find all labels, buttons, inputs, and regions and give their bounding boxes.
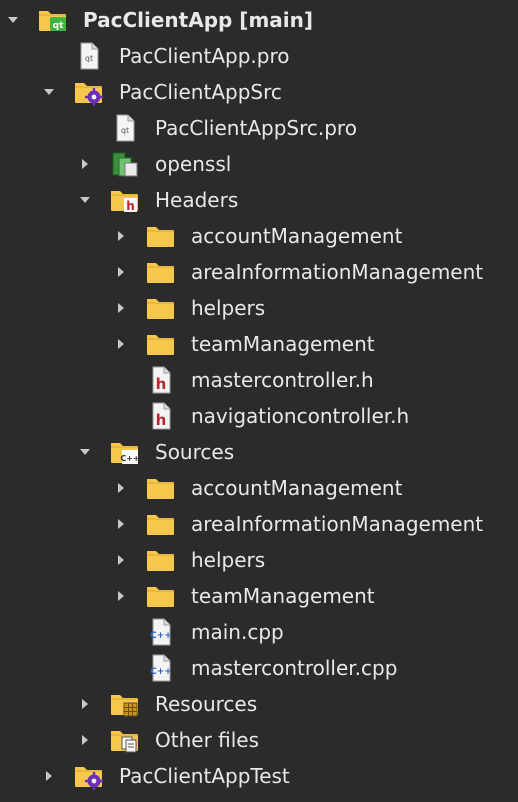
tree-item-label: PacClientAppTest xyxy=(119,764,290,788)
tree-item-mastercontroller-cpp[interactable]: C++ mastercontroller.cpp xyxy=(0,650,518,686)
tree-item-pacclientappsrc[interactable]: PacClientAppSrc xyxy=(0,74,518,110)
svg-text:qt: qt xyxy=(85,54,93,63)
tree-item-headers[interactable]: h Headers xyxy=(0,182,518,218)
expand-arrow-icon[interactable] xyxy=(41,74,57,110)
tree-item-label: areaInformationManagement xyxy=(191,260,484,284)
tree-item-label: Other files xyxy=(155,728,260,752)
cpp-file-icon: C++ xyxy=(146,654,176,682)
tree-item-navigationcontroller-h[interactable]: h navigationcontroller.h xyxy=(0,398,518,434)
svg-text:C++: C++ xyxy=(150,667,172,677)
collapse-arrow-icon[interactable] xyxy=(113,506,129,542)
tree-item-teammanagement[interactable]: teamManagement xyxy=(0,326,518,362)
library-icon xyxy=(110,150,140,178)
tree-item-label: mastercontroller.cpp xyxy=(191,656,398,680)
tree-item-label: PacClientAppSrc.pro xyxy=(155,116,357,140)
sources-folder-icon: C++ xyxy=(110,438,140,466)
collapse-arrow-icon[interactable] xyxy=(77,722,93,758)
collapse-arrow-icon[interactable] xyxy=(77,686,93,722)
tree-item-label: mastercontroller.h xyxy=(191,368,374,392)
tree-item-resources[interactable]: Resources xyxy=(0,686,518,722)
collapse-arrow-icon[interactable] xyxy=(113,578,129,614)
tree-item-pacclientappsrc-pro[interactable]: qt PacClientAppSrc.pro xyxy=(0,110,518,146)
folder-icon xyxy=(146,258,176,286)
subproject-folder-icon xyxy=(74,78,104,106)
tree-item-label: PacClientApp [main] xyxy=(83,8,314,32)
tree-item-areainformationmanagement[interactable]: areaInformationManagement xyxy=(0,254,518,290)
svg-text:C++: C++ xyxy=(120,454,139,463)
tree-item-other-files[interactable]: Other files xyxy=(0,722,518,758)
svg-text:qt: qt xyxy=(53,21,64,31)
folder-icon xyxy=(146,294,176,322)
other-files-folder-icon xyxy=(110,726,140,754)
tree-item-accountmanagement[interactable]: accountManagement xyxy=(0,470,518,506)
tree-item-label: PacClientAppSrc xyxy=(119,80,282,104)
tree-item-label: main.cpp xyxy=(191,620,284,644)
collapse-arrow-icon[interactable] xyxy=(113,470,129,506)
headers-folder-icon: h xyxy=(110,186,140,214)
header-file-icon: h xyxy=(146,402,176,430)
tree-item-label: accountManagement xyxy=(191,476,403,500)
svg-text:C++: C++ xyxy=(150,631,172,641)
qt-project-folder-icon: qt xyxy=(38,6,68,34)
tree-item-label: helpers xyxy=(191,548,266,572)
tree-item-pacclientapp-pro[interactable]: qt PacClientApp.pro xyxy=(0,38,518,74)
subproject-folder-icon xyxy=(74,762,104,790)
expand-arrow-icon[interactable] xyxy=(77,434,93,470)
tree-item-helpers[interactable]: helpers xyxy=(0,542,518,578)
svg-text:qt: qt xyxy=(121,126,129,135)
header-file-icon: h xyxy=(146,366,176,394)
svg-text:h: h xyxy=(126,199,135,213)
tree-item-pacclientapp-main[interactable]: qt PacClientApp [main] xyxy=(0,2,518,38)
tree-item-label: PacClientApp.pro xyxy=(119,44,290,68)
project-tree: qt PacClientApp [main] qt PacClientApp.pro… xyxy=(0,0,518,802)
folder-icon xyxy=(146,546,176,574)
tree-item-teammanagement[interactable]: teamManagement xyxy=(0,578,518,614)
folder-icon xyxy=(146,582,176,610)
collapse-arrow-icon[interactable] xyxy=(113,254,129,290)
tree-item-helpers[interactable]: helpers xyxy=(0,290,518,326)
tree-item-label: helpers xyxy=(191,296,266,320)
expand-arrow-icon[interactable] xyxy=(5,2,21,38)
tree-item-areainformationmanagement[interactable]: areaInformationManagement xyxy=(0,506,518,542)
tree-item-accountmanagement[interactable]: accountManagement xyxy=(0,218,518,254)
collapse-arrow-icon[interactable] xyxy=(113,218,129,254)
collapse-arrow-icon[interactable] xyxy=(113,542,129,578)
folder-icon xyxy=(146,510,176,538)
tree-item-openssl[interactable]: openssl xyxy=(0,146,518,182)
tree-item-label: teamManagement xyxy=(191,332,375,356)
expand-arrow-icon[interactable] xyxy=(77,182,93,218)
collapse-arrow-icon[interactable] xyxy=(41,758,57,794)
cpp-file-icon: C++ xyxy=(146,618,176,646)
collapse-arrow-icon[interactable] xyxy=(113,290,129,326)
tree-item-sources[interactable]: C++ Sources xyxy=(0,434,518,470)
tree-item-label: accountManagement xyxy=(191,224,403,248)
svg-text:h: h xyxy=(156,375,167,393)
tree-item-main-cpp[interactable]: C++ main.cpp xyxy=(0,614,518,650)
folder-icon xyxy=(146,474,176,502)
tree-item-label: navigationcontroller.h xyxy=(191,404,410,428)
tree-item-label: Headers xyxy=(155,188,239,212)
collapse-arrow-icon[interactable] xyxy=(113,326,129,362)
collapse-arrow-icon[interactable] xyxy=(77,146,93,182)
qt-pro-file-icon: qt xyxy=(74,42,104,70)
tree-item-label: Resources xyxy=(155,692,258,716)
tree-item-mastercontroller-h[interactable]: h mastercontroller.h xyxy=(0,362,518,398)
folder-icon xyxy=(146,222,176,250)
tree-item-label: openssl xyxy=(155,152,232,176)
qt-pro-file-icon: qt xyxy=(110,114,140,142)
tree-item-pacclientapptest[interactable]: PacClientAppTest xyxy=(0,758,518,794)
tree-item-label: teamManagement xyxy=(191,584,375,608)
resources-folder-icon xyxy=(110,690,140,718)
tree-item-label: Sources xyxy=(155,440,235,464)
folder-icon xyxy=(146,330,176,358)
tree-item-label: areaInformationManagement xyxy=(191,512,484,536)
svg-text:h: h xyxy=(156,411,167,429)
